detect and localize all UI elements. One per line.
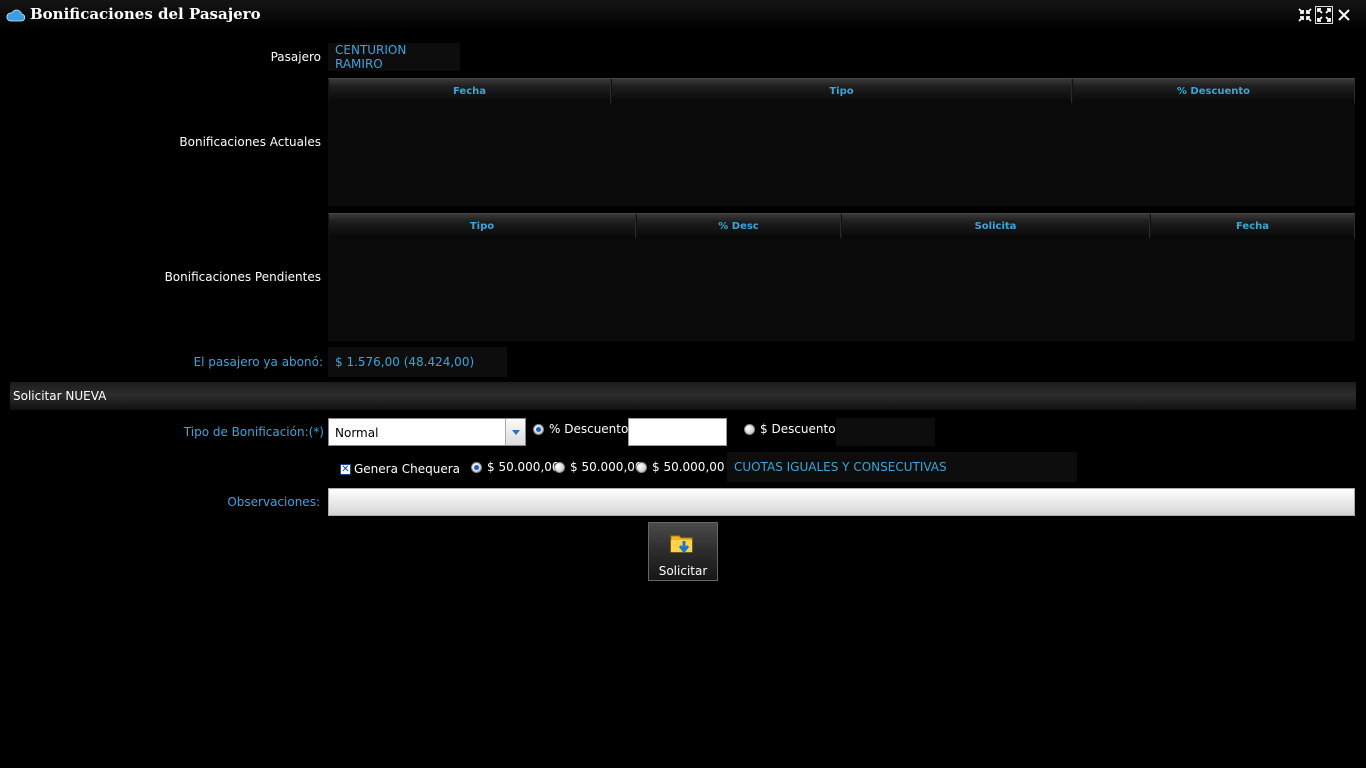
pasajero-label: Pasajero <box>270 50 321 64</box>
folder-download-icon <box>670 532 696 559</box>
cloud-icon <box>5 8 26 22</box>
actuales-grid: Fecha Tipo % Descuento <box>328 78 1355 206</box>
col-descuento[interactable]: % Descuento <box>1072 79 1355 103</box>
solicitar-button-label: Solicitar <box>658 564 708 578</box>
monto-descuento-label: $ Descuento <box>760 422 836 436</box>
col-tipo[interactable]: Tipo <box>328 214 636 238</box>
pct-descuento-label: % Descuento <box>549 422 629 436</box>
solicitar-nueva-section: Solicitar NUEVA <box>10 382 1356 410</box>
col-tipo[interactable]: Tipo <box>611 79 1072 103</box>
pendientes-label: Bonificaciones Pendientes <box>164 270 321 284</box>
monto-descuento-radio[interactable] <box>744 424 755 435</box>
col-fecha[interactable]: Fecha <box>328 79 611 103</box>
pct-descuento-radio[interactable] <box>533 424 544 435</box>
chequera-option-2-radio[interactable] <box>554 462 565 473</box>
chequera-option-1-radio[interactable] <box>471 462 482 473</box>
abono-label: El pasajero ya abonó: <box>193 355 323 369</box>
chequera-option-3-radio[interactable] <box>636 462 647 473</box>
pasajero-value: CENTURION RAMIRO <box>328 43 460 71</box>
title-bar: Bonificaciones del Pasajero <box>0 0 1366 30</box>
pendientes-grid-header: Tipo % Desc Solicita Fecha <box>328 213 1355 238</box>
pct-descuento-input[interactable] <box>628 418 727 446</box>
tipo-bonificacion-value: Normal <box>335 426 379 440</box>
dropdown-arrow-icon[interactable] <box>505 419 525 445</box>
tipo-bonificacion-select[interactable]: Normal <box>328 418 526 446</box>
tipo-bonificacion-label: Tipo de Bonificación:(*) <box>183 425 324 439</box>
actuales-label: Bonificaciones Actuales <box>179 135 321 149</box>
window-title: Bonificaciones del Pasajero <box>30 5 261 23</box>
col-desc[interactable]: % Desc <box>636 214 841 238</box>
restore-icon[interactable] <box>1296 6 1314 24</box>
section-title: Solicitar NUEVA <box>13 389 107 403</box>
cuotas-display: CUOTAS IGUALES Y CONSECUTIVAS <box>727 452 1077 482</box>
genera-chequera-label: Genera Chequera <box>354 462 461 476</box>
chequera-option-3-label: $ 50.000,00 <box>652 460 725 474</box>
observaciones-input[interactable] <box>328 488 1355 516</box>
actuales-grid-header: Fecha Tipo % Descuento <box>328 78 1355 103</box>
col-solicita[interactable]: Solicita <box>841 214 1150 238</box>
abono-value: $ 1.576,00 (48.424,00) <box>328 347 507 377</box>
genera-chequera-checkbox[interactable]: ✕ <box>340 464 351 475</box>
monto-descuento-input[interactable] <box>836 418 935 446</box>
observaciones-label: Observaciones: <box>227 495 320 509</box>
solicitar-button[interactable]: Solicitar <box>648 522 718 581</box>
close-icon[interactable] <box>1335 6 1353 24</box>
maximize-icon[interactable] <box>1315 6 1333 24</box>
chequera-option-1-label: $ 50.000,00 <box>487 460 560 474</box>
col-fecha[interactable]: Fecha <box>1150 214 1355 238</box>
chequera-option-2-label: $ 50.000,00 <box>570 460 643 474</box>
pendientes-grid: Tipo % Desc Solicita Fecha <box>328 213 1355 341</box>
